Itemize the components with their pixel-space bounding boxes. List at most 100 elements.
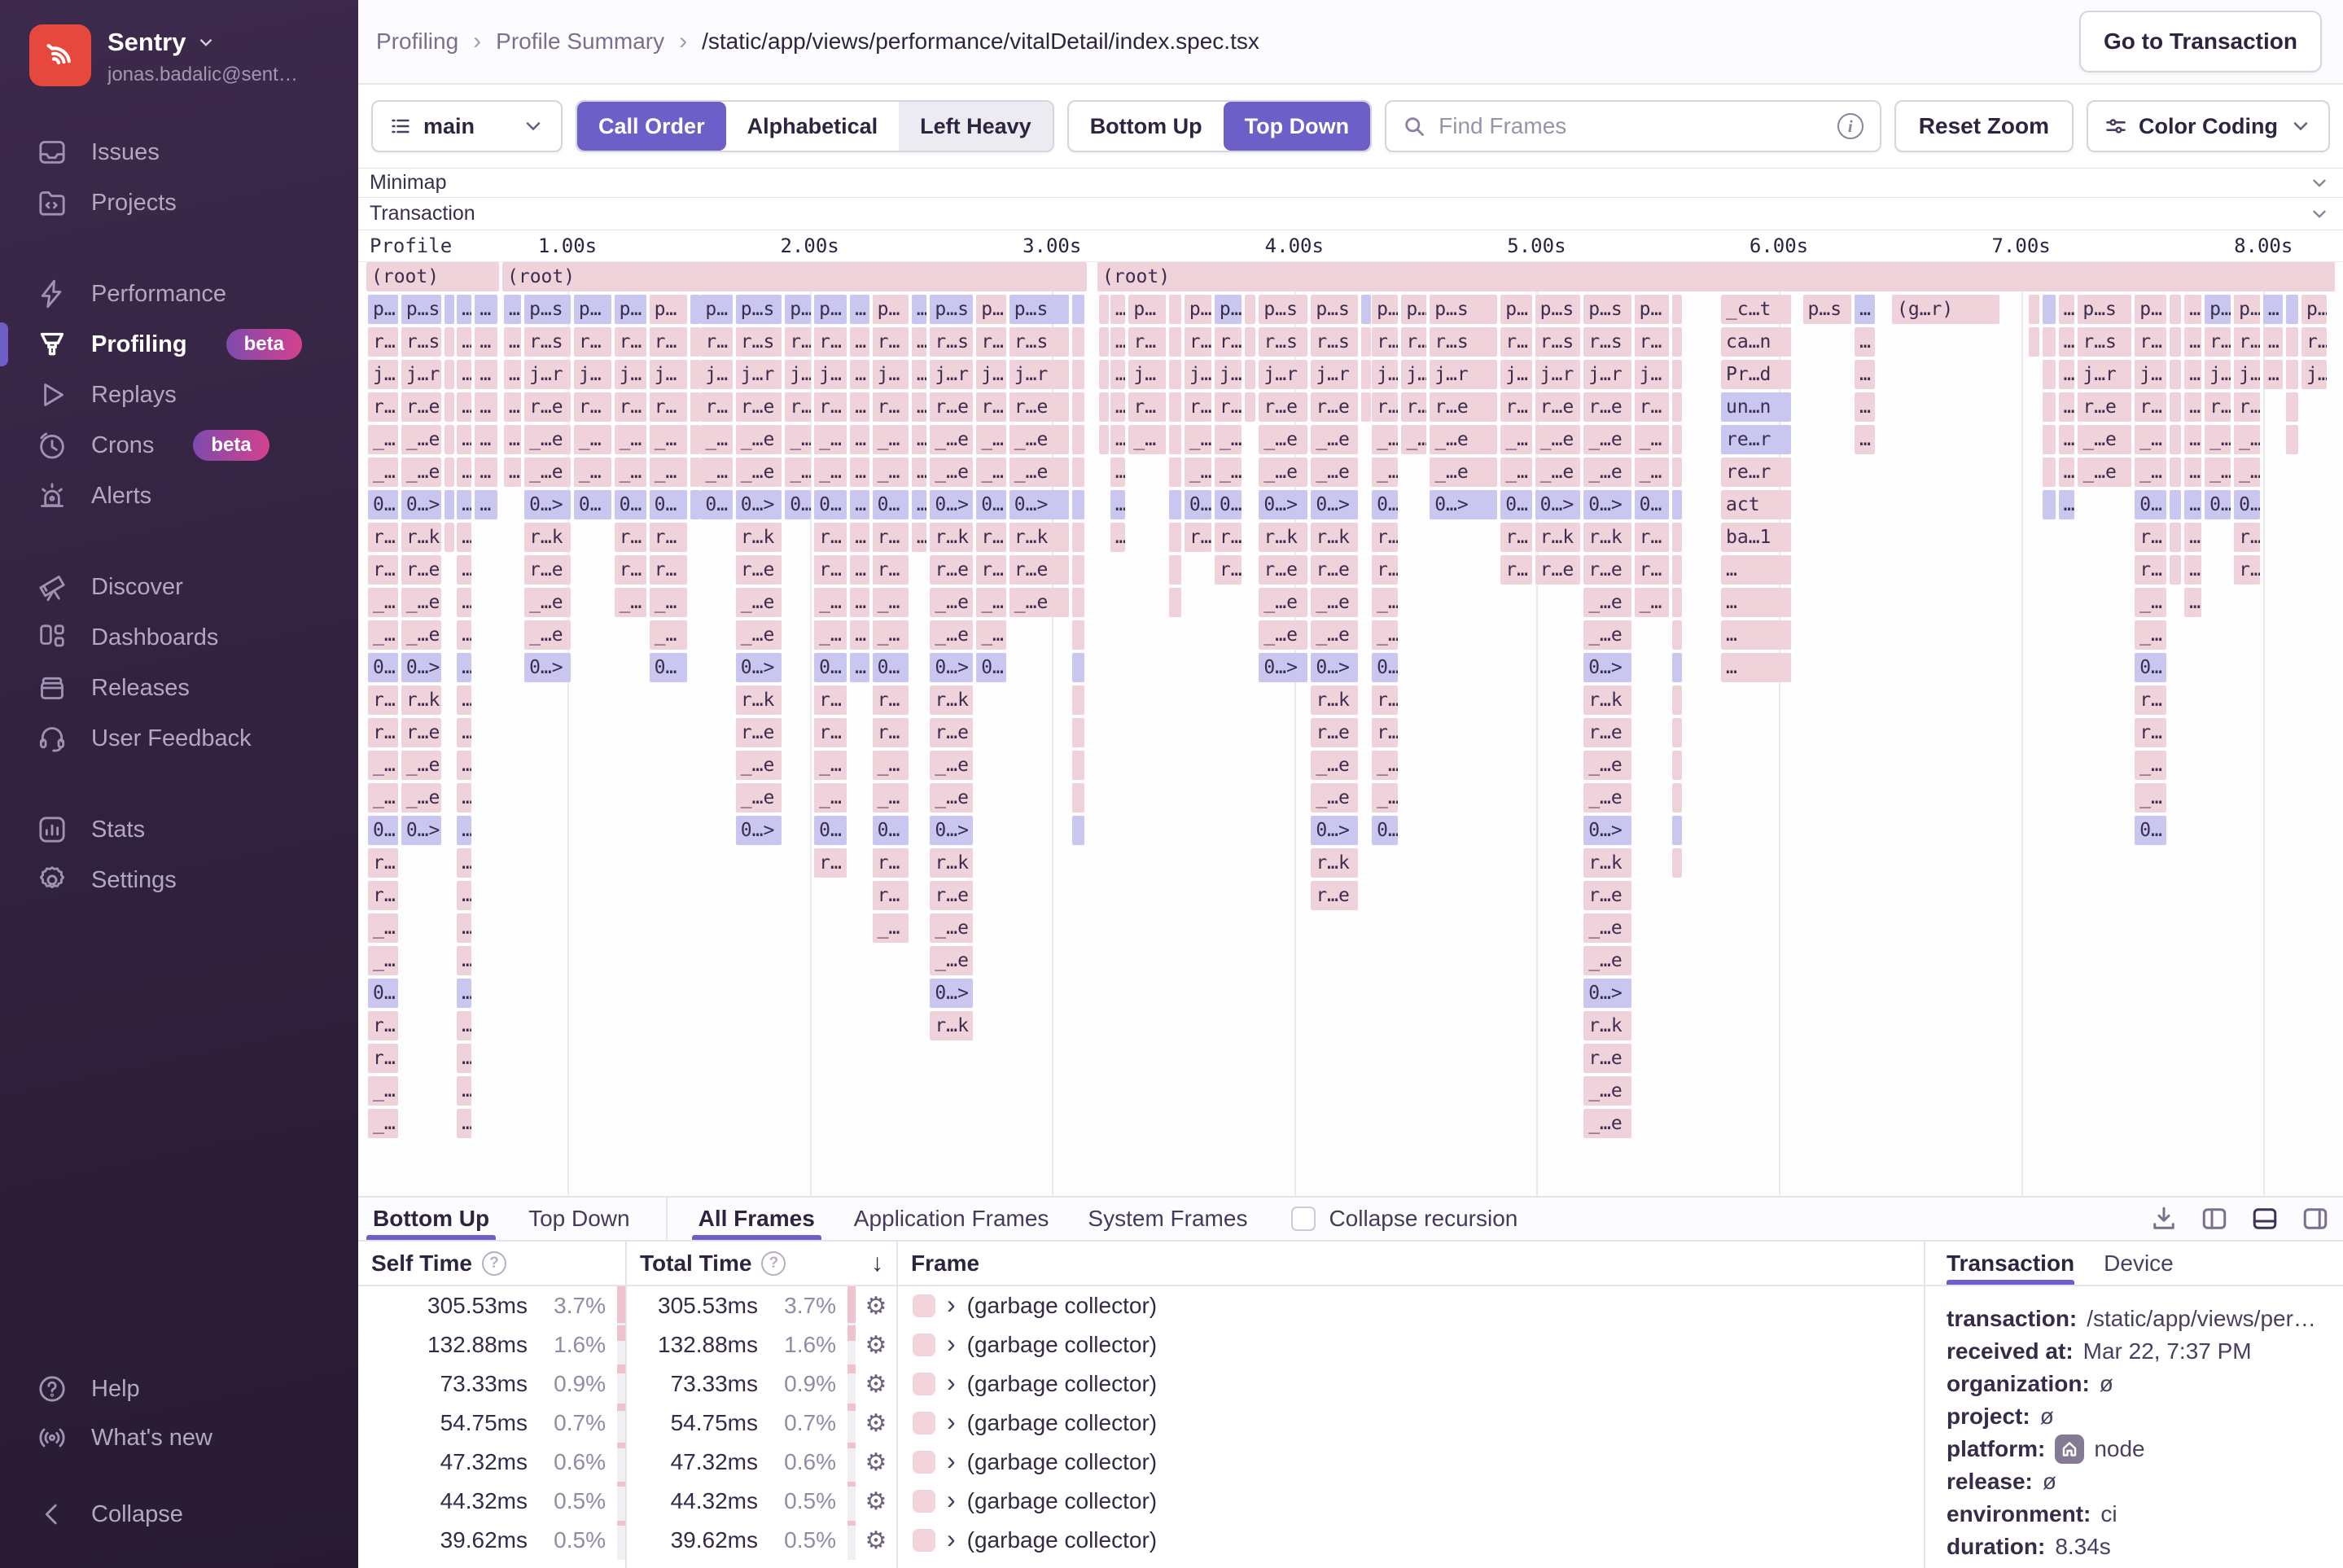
flame-frame[interactable] — [690, 425, 700, 454]
total-time-row[interactable]: 73.33ms0.9%⚙ — [627, 1364, 896, 1404]
flame-frame[interactable]: _…e — [1535, 458, 1581, 487]
flame-frame[interactable]: j… — [1500, 360, 1531, 389]
flame-frame[interactable]: … — [912, 295, 926, 324]
flame-frame[interactable] — [1072, 718, 1084, 747]
flame-frame[interactable]: _… — [615, 588, 646, 617]
flame-frame[interactable] — [1672, 848, 1682, 878]
flame-frame[interactable]: _… — [814, 751, 847, 780]
flame-frame[interactable]: _… — [574, 425, 611, 454]
flame-frame[interactable]: ba…1 — [1721, 523, 1791, 552]
flame-frame[interactable] — [2170, 327, 2181, 357]
flame-frame[interactable]: … — [2184, 360, 2201, 389]
flame-frame[interactable]: _… — [873, 751, 909, 780]
flame-frame[interactable]: _… — [2135, 458, 2166, 487]
flame-frame[interactable]: p…s — [524, 295, 571, 324]
flame-frame[interactable]: r… — [2135, 327, 2166, 357]
flame-frame[interactable] — [1099, 295, 1109, 324]
flame-frame[interactable]: … — [1110, 295, 1125, 324]
flame-frame[interactable]: _…e — [1583, 458, 1631, 487]
flame-frame[interactable]: r…k — [1583, 523, 1631, 552]
flame-frame[interactable]: j… — [615, 360, 646, 389]
flame-frame[interactable]: r…e — [1311, 392, 1358, 422]
flame-frame[interactable]: … — [850, 620, 869, 650]
color-coding-button[interactable]: Color Coding — [2087, 100, 2330, 152]
flame-frame[interactable]: 0… — [976, 490, 1006, 519]
chevron-right-icon[interactable]: › — [947, 1330, 956, 1356]
flame-frame[interactable] — [2170, 555, 2181, 585]
flame-frame[interactable] — [2043, 490, 2056, 519]
flame-frame[interactable]: … — [457, 1109, 471, 1138]
flame-frame[interactable]: … — [457, 360, 471, 389]
flame-frame[interactable] — [690, 458, 700, 487]
flame-frame[interactable] — [1169, 327, 1181, 357]
flame-frame[interactable]: r…s — [1311, 327, 1358, 357]
flame-frame[interactable]: p… — [814, 295, 847, 324]
flame-frame[interactable]: r…k — [930, 523, 973, 552]
flame-root-frame[interactable]: (root) — [502, 262, 1087, 291]
flame-frame[interactable]: _… — [1215, 458, 1242, 487]
flame-frame[interactable]: … — [457, 1011, 471, 1040]
frame-row[interactable]: ›(garbage collector) — [898, 1521, 1924, 1560]
flame-frame[interactable]: _… — [1215, 425, 1242, 454]
flame-frame[interactable]: 0… — [814, 490, 847, 519]
flame-frame[interactable] — [1672, 653, 1682, 682]
flame-frame[interactable]: r… — [873, 327, 909, 357]
flame-frame[interactable]: 0… — [2135, 816, 2166, 845]
flame-frame[interactable]: _… — [368, 913, 398, 943]
flame-frame[interactable]: r… — [368, 555, 398, 585]
flame-frame[interactable] — [2029, 295, 2039, 324]
flame-frame[interactable]: … — [504, 392, 521, 422]
flame-frame[interactable]: _… — [976, 620, 1006, 650]
flame-frame[interactable]: _… — [1372, 620, 1398, 650]
flame-frame[interactable]: _…e — [2078, 425, 2131, 454]
flame-frame[interactable]: _…e — [524, 425, 571, 454]
flame-frame[interactable]: r…e — [1583, 1044, 1631, 1073]
flame-frame[interactable]: r…e — [1583, 392, 1631, 422]
flame-frame[interactable]: _… — [650, 458, 687, 487]
panel-left-icon[interactable] — [2200, 1204, 2229, 1233]
flame-frame[interactable]: … — [850, 458, 869, 487]
flame-frame[interactable]: 0… — [1635, 490, 1669, 519]
total-time-header[interactable]: Total Time ? ↓ — [627, 1242, 896, 1286]
flame-frame[interactable]: _…e — [1583, 913, 1631, 943]
flame-frame[interactable]: p… — [615, 295, 646, 324]
flame-frame[interactable]: _… — [368, 588, 398, 617]
flame-frame[interactable]: 0…> — [401, 490, 441, 519]
flame-frame[interactable] — [1361, 392, 1371, 422]
flame-frame[interactable]: … — [457, 751, 471, 780]
flame-frame[interactable]: r…e — [1583, 881, 1631, 910]
flame-frame[interactable]: r… — [873, 392, 909, 422]
flame-frame[interactable]: … — [457, 523, 471, 552]
flame-frame[interactable]: r…s — [524, 327, 571, 357]
flame-frame[interactable]: r… — [1128, 392, 1165, 422]
flame-frame[interactable]: r…k — [1583, 1011, 1631, 1040]
chevron-right-icon[interactable]: › — [947, 1487, 956, 1513]
flame-frame[interactable]: r… — [650, 392, 687, 422]
flame-frame[interactable]: j… — [2234, 360, 2260, 389]
flame-frame[interactable] — [1169, 425, 1181, 454]
flame-frame[interactable]: r… — [1372, 718, 1398, 747]
flame-frame[interactable]: r… — [814, 685, 847, 715]
flame-frame[interactable]: _…e — [1583, 588, 1631, 617]
flame-frame[interactable]: _… — [785, 425, 811, 454]
flame-frame[interactable]: r… — [814, 327, 847, 357]
flame-frame[interactable]: re…r — [1721, 425, 1791, 454]
flame-frame[interactable] — [445, 392, 454, 422]
flame-frame[interactable]: j… — [700, 360, 732, 389]
flame-frame[interactable]: _…e — [1009, 425, 1069, 454]
flame-frame[interactable]: r… — [615, 392, 646, 422]
flame-frame[interactable]: … — [850, 360, 869, 389]
flame-frame[interactable] — [1169, 295, 1181, 324]
flame-frame[interactable]: … — [457, 685, 471, 715]
flame-frame[interactable]: p… — [1500, 295, 1531, 324]
flame-frame[interactable] — [690, 360, 700, 389]
flame-frame[interactable]: r… — [2135, 392, 2166, 422]
flame-frame[interactable]: r…s — [736, 327, 782, 357]
flame-frame[interactable]: p… — [2301, 295, 2327, 324]
flame-frame[interactable]: … — [850, 327, 869, 357]
flame-frame[interactable]: r… — [2301, 327, 2327, 357]
flame-frame[interactable]: 0…> — [524, 653, 571, 682]
flame-frame[interactable]: r… — [574, 327, 611, 357]
flame-frame[interactable]: … — [457, 913, 471, 943]
flame-frame[interactable]: _… — [1372, 458, 1398, 487]
